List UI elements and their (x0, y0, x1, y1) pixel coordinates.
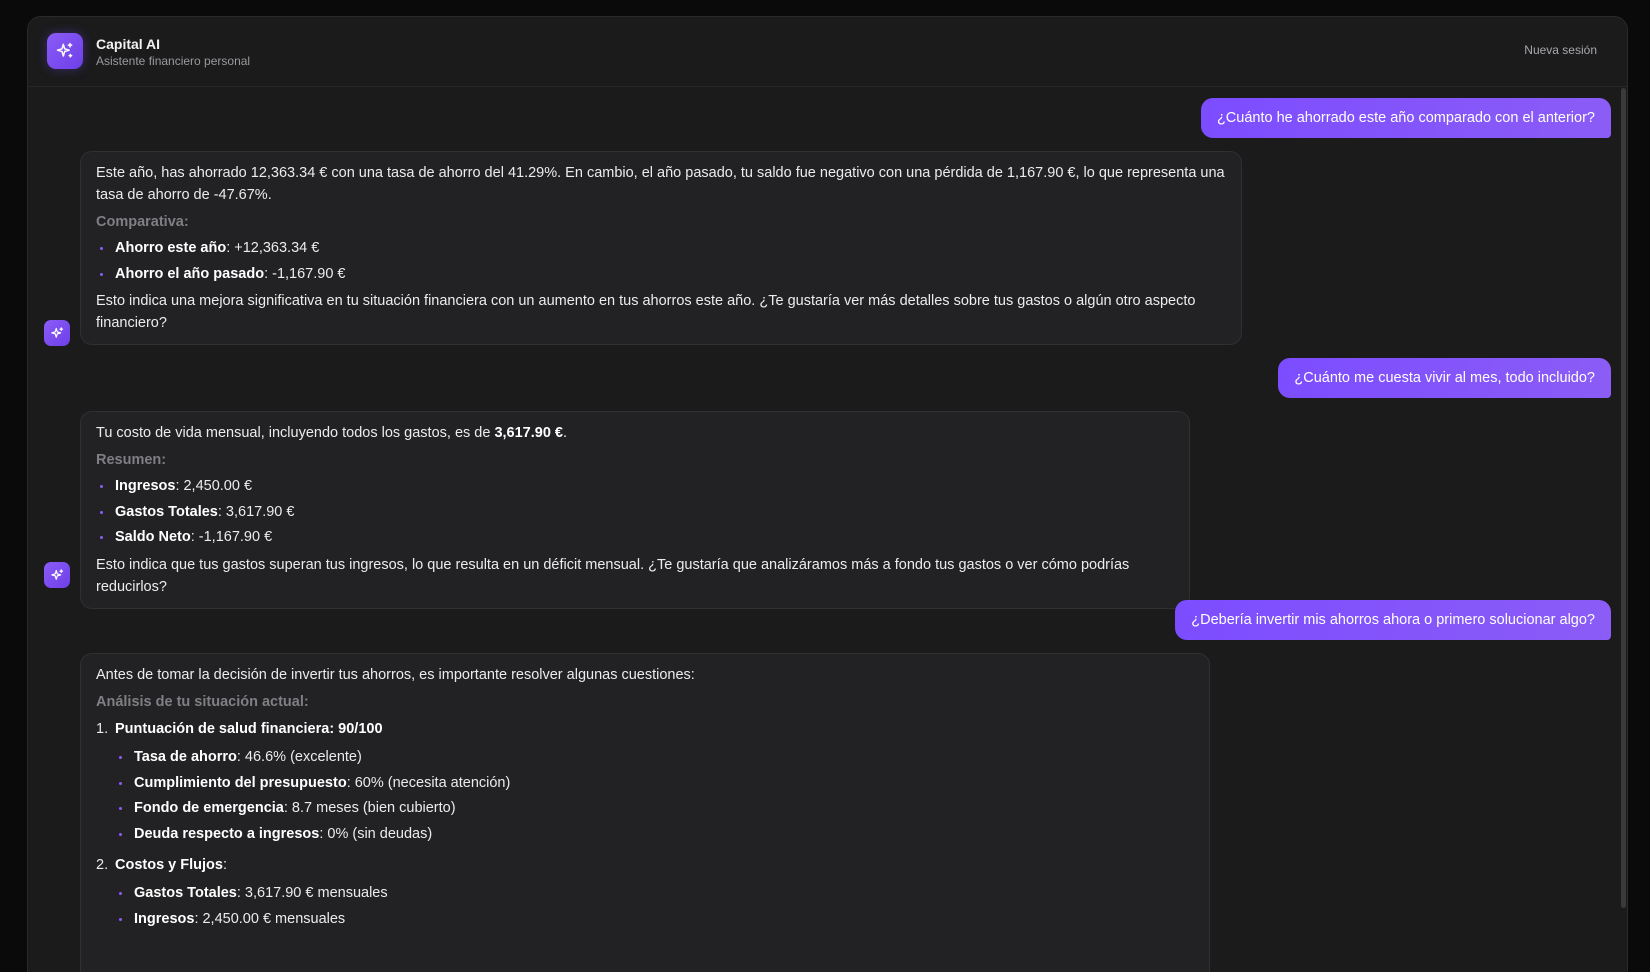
sparkles-icon (56, 42, 73, 58)
list-item: Gastos Totales: 3,617.90 € (96, 500, 1173, 526)
item-value: : 3,617.90 € (217, 503, 295, 520)
chat-thread: ¿Cuánto he ahorrado este año comparado c… (28, 88, 1627, 972)
new-session-button[interactable]: Nueva sesión (1524, 43, 1597, 57)
item-value: : +12,363.34 € (226, 240, 320, 256)
app-window: Capital AI Asistente financiero personal… (27, 16, 1628, 972)
item-value: : -1,167.90 € (190, 529, 273, 545)
item-key: Deuda respecto a ingresos (134, 825, 320, 842)
assistant-message: Tu costo de vida mensual, incluyendo tod… (80, 411, 1190, 609)
app-subtitle: Asistente financiero personal (96, 54, 251, 68)
message-text: Esto indica una mejora significativa en … (96, 293, 1196, 331)
list-item: Ingresos: 2,450.00 € (96, 474, 1173, 500)
item-value: : 3,617.90 € mensuales (236, 885, 388, 901)
list-item: Saldo Neto: -1,167.90 € (96, 525, 1173, 551)
item-number: 2. (96, 857, 109, 873)
list-item: Gastos Totales: 3,617.90 € mensuales (115, 881, 1193, 907)
item-key: Gastos Totales (115, 503, 218, 520)
list-item: Cumplimiento del presupuesto: 60% (neces… (115, 771, 1193, 797)
item-value: : 0% (sin deudas) (319, 825, 433, 842)
list-item: Tasa de ahorro: 46.6% (excelente) (115, 745, 1193, 771)
item-number: 1. (96, 721, 109, 737)
user-message: ¿Debería invertir mis ahorros ahora o pr… (1175, 600, 1611, 640)
user-message: ¿Cuánto he ahorrado este año comparado c… (1200, 98, 1611, 138)
item-value: : 2,450.00 € (175, 478, 253, 494)
item-value: : -1,167.90 € (264, 265, 346, 282)
message-text: Antes de tomar la decisión de invertir t… (96, 667, 695, 683)
sparkles-icon (50, 568, 63, 580)
item-key: Ingresos (115, 478, 176, 494)
assistant-message: Antes de tomar la decisión de invertir t… (80, 653, 1210, 972)
item-key: Ahorro el año pasado (115, 265, 265, 282)
app-logo (47, 33, 83, 69)
assistant-message: Este año, has ahorrado 12,363.34 € con u… (80, 151, 1242, 345)
item-key: Tasa de ahorro (134, 749, 237, 765)
assistant-avatar (44, 320, 70, 346)
item-key: Cumplimiento del presupuesto (134, 774, 347, 791)
bullet-list: Tasa de ahorro: 46.6% (excelente) Cumpli… (96, 745, 1193, 847)
item-value: : 60% (necesita atención) (346, 774, 511, 791)
list-item: Fondo de emergencia: 8.7 meses (bien cub… (115, 796, 1193, 822)
list-item: Ahorro el año pasado: -1,167.90 € (96, 262, 1225, 288)
section-label: Resumen: (96, 452, 167, 468)
bullet-list: Ahorro este año: +12,363.34 € Ahorro el … (96, 236, 1225, 287)
item-title: Puntuación de salud financiera: 90/100 (115, 721, 383, 737)
item-key: Ingresos (134, 910, 195, 927)
item-value: : 46.6% (excelente) (236, 749, 362, 765)
list-item: Ingresos: 2,450.00 € mensuales (115, 907, 1193, 933)
assistant-avatar (44, 562, 70, 588)
message-text: Tu costo de vida mensual, incluyendo tod… (96, 425, 568, 441)
numbered-item: 2. Costos y Flujos: (96, 852, 1193, 878)
list-item: Deuda respecto a ingresos: 0% (sin deuda… (115, 822, 1193, 848)
app-title: Capital AI (96, 36, 161, 52)
item-key: Fondo de emergencia (134, 800, 284, 816)
numbered-item: 1. Puntuación de salud financiera: 90/10… (96, 716, 1193, 742)
message-text: Esto indica que tus gastos superan tus i… (96, 556, 1130, 595)
item-key: Ahorro este año (115, 240, 227, 256)
bullet-list: Gastos Totales: 3,617.90 € mensuales Ing… (96, 881, 1193, 932)
item-title: Costos y Flujos (115, 857, 223, 873)
bullet-list: Ingresos: 2,450.00 € Gastos Totales: 3,6… (96, 474, 1173, 551)
item-value: : 8.7 meses (bien cubierto) (283, 800, 456, 816)
sparkles-icon (50, 326, 63, 338)
item-value: : 2,450.00 € mensuales (194, 910, 346, 927)
app-header: Capital AI Asistente financiero personal… (28, 17, 1627, 87)
list-item: Ahorro este año: +12,363.34 € (96, 236, 1225, 262)
section-label: Comparativa: (96, 214, 189, 230)
user-message: ¿Cuánto me cuesta vivir al mes, todo inc… (1278, 358, 1611, 398)
item-key: Saldo Neto (115, 529, 191, 545)
message-text: Este año, has ahorrado 12,363.34 € con u… (96, 165, 1225, 203)
section-label: Análisis de tu situación actual: (96, 694, 309, 710)
item-key: Gastos Totales (134, 885, 237, 901)
